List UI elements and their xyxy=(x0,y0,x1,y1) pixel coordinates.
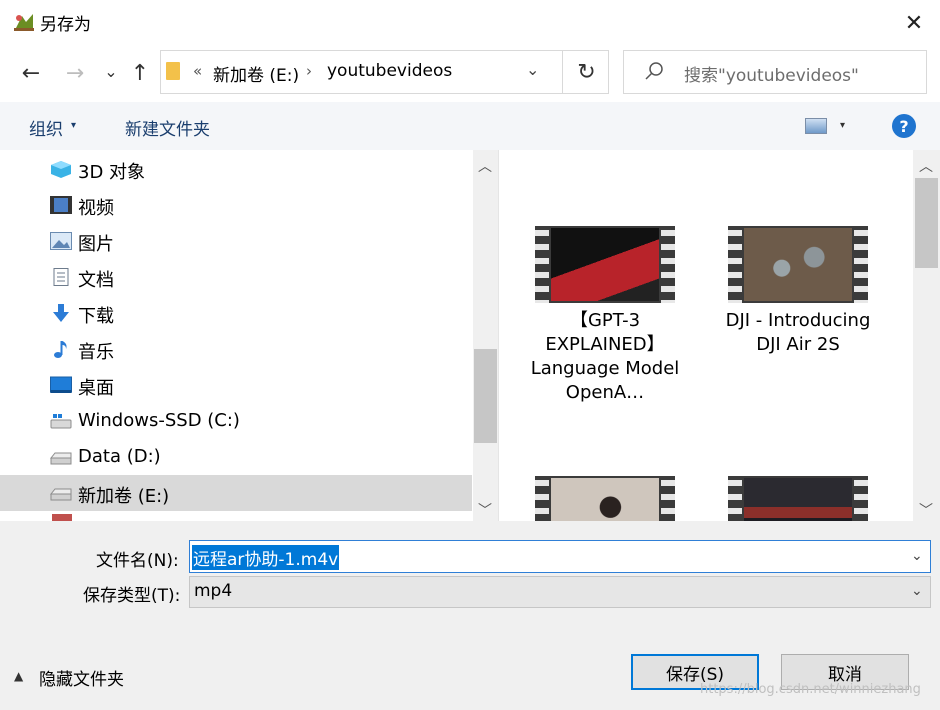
file-item[interactable]: 【GPT-3 EXPLAINED】Language Model OpenA… xyxy=(521,226,689,405)
music-icon xyxy=(54,341,67,358)
chevron-down-icon[interactable]: ▾ xyxy=(71,120,76,131)
tree-item-desktop[interactable]: 桌面 xyxy=(0,367,472,403)
windows-drive-icon xyxy=(50,414,72,429)
filetype-select[interactable] xyxy=(189,576,931,608)
tree-item-label: 新加卷 (E:) xyxy=(78,486,170,507)
file-item[interactable]: DJI - Introducing DJI Air 2S xyxy=(714,226,882,357)
tree-item-label: 图片 xyxy=(78,234,114,255)
video-thumbnail xyxy=(535,226,675,303)
tree-item-label: 音乐 xyxy=(78,342,114,363)
tree-item-videos[interactable]: 视频 xyxy=(0,187,472,223)
filename-label: 文件名(N): xyxy=(96,551,179,571)
forward-button[interactable]: → xyxy=(60,58,90,88)
navigation-pane: 3D 对象 视频 图片 文档 下载 音乐 桌面 Windows-SSD (C:)… xyxy=(0,150,498,521)
file-list: 【GPT-3 EXPLAINED】Language Model OpenA… D… xyxy=(499,150,913,521)
file-name: DJI - Introducing DJI Air 2S xyxy=(725,310,871,355)
video-thumbnail xyxy=(728,476,868,521)
tree-item-label: 视频 xyxy=(78,198,114,219)
video-thumbnail xyxy=(535,476,675,521)
up-button[interactable]: ↑ xyxy=(125,58,155,88)
breadcrumb-drive[interactable]: 新加卷 (E:) xyxy=(213,61,299,86)
new-folder-button[interactable]: 新建文件夹 xyxy=(125,115,210,140)
drive-icon xyxy=(50,452,72,465)
window-title: 另存为 xyxy=(40,15,91,35)
documents-icon xyxy=(53,268,69,286)
tree-item-downloads[interactable]: 下载 xyxy=(0,295,472,331)
tree-item-label: 3D 对象 xyxy=(78,162,146,183)
scroll-up-icon[interactable]: ︿ xyxy=(478,156,492,176)
desktop-icon xyxy=(50,376,72,393)
tree-item-documents[interactable]: 文档 xyxy=(0,259,472,295)
help-button[interactable]: ? xyxy=(892,114,916,138)
refresh-button[interactable]: ↻ xyxy=(564,50,609,94)
tree-item-label: 下载 xyxy=(78,306,114,327)
drive-icon xyxy=(50,488,72,501)
scroll-up-icon[interactable]: ︿ xyxy=(919,156,933,176)
scroll-down-icon[interactable]: ﹀ xyxy=(919,500,933,520)
videos-icon xyxy=(50,196,72,214)
chevron-up-icon[interactable]: ▲ xyxy=(14,669,23,683)
network-icon xyxy=(52,514,72,521)
breadcrumb-folder[interactable]: youtubevideos xyxy=(327,61,452,81)
navigation-scrollbar[interactable] xyxy=(473,150,498,521)
chevron-down-icon[interactable]: ⌄ xyxy=(911,583,923,599)
thumbnail-image xyxy=(744,228,852,301)
3d-objects-icon xyxy=(51,161,71,178)
downloads-icon xyxy=(53,304,69,322)
file-name: 【GPT-3 EXPLAINED】Language Model OpenA… xyxy=(530,310,680,403)
file-item[interactable] xyxy=(714,476,882,521)
thumbnail-image xyxy=(551,228,659,301)
navigation-scrollbar-thumb[interactable] xyxy=(474,349,497,443)
tree-item-drive-d[interactable]: Data (D:) xyxy=(0,439,472,475)
tree-item-music[interactable]: 音乐 xyxy=(0,331,472,367)
filetype-value[interactable]: mp4 xyxy=(194,581,232,601)
chevron-down-icon[interactable]: ⌄ xyxy=(911,548,923,564)
address-dropdown-button[interactable]: ⌄ xyxy=(526,60,539,79)
video-thumbnail xyxy=(728,226,868,303)
search-icon xyxy=(645,62,663,80)
chevron-down-icon[interactable]: ▾ xyxy=(840,120,845,131)
tree-item-drive-e[interactable]: 新加卷 (E:) xyxy=(0,475,472,511)
back-button[interactable]: ← xyxy=(16,58,46,88)
search-placeholder: 搜索"youtubevideos" xyxy=(684,66,859,86)
filename-value[interactable]: 远程ar协助-1.m4v xyxy=(192,545,340,570)
filetype-label: 保存类型(T): xyxy=(83,586,181,606)
tree-item-3d-objects[interactable]: 3D 对象 xyxy=(0,151,472,187)
title-bar xyxy=(0,0,940,44)
address-overflow[interactable]: « xyxy=(193,62,202,80)
watermark: https://blog.csdn.net/winniezhang xyxy=(700,682,921,697)
app-icon xyxy=(14,14,34,31)
thumbnail-image xyxy=(744,478,852,521)
close-button[interactable]: ✕ xyxy=(894,6,934,40)
thumbnail-image xyxy=(551,478,659,521)
tree-item-label: 桌面 xyxy=(78,378,114,399)
folder-icon xyxy=(166,62,180,80)
recent-locations-button[interactable]: ⌄ xyxy=(96,56,126,86)
pictures-icon xyxy=(50,232,72,250)
address-divider xyxy=(562,50,563,94)
hide-folders-button[interactable]: 隐藏文件夹 xyxy=(39,665,124,690)
tree-item-drive-c[interactable]: Windows-SSD (C:) xyxy=(0,403,472,439)
tree-item-label: Data (D:) xyxy=(78,446,161,467)
content-scrollbar-thumb[interactable] xyxy=(915,178,938,268)
tree-item-label: 文档 xyxy=(78,270,114,291)
tree-item-label: Windows-SSD (C:) xyxy=(78,410,240,431)
tree-item-pictures[interactable]: 图片 xyxy=(0,223,472,259)
view-options-icon[interactable] xyxy=(805,118,827,134)
breadcrumb-separator[interactable]: › xyxy=(306,62,312,80)
scroll-down-icon[interactable]: ﹀ xyxy=(478,500,492,520)
organize-menu[interactable]: 组织 xyxy=(29,115,63,140)
file-item[interactable] xyxy=(521,476,689,521)
